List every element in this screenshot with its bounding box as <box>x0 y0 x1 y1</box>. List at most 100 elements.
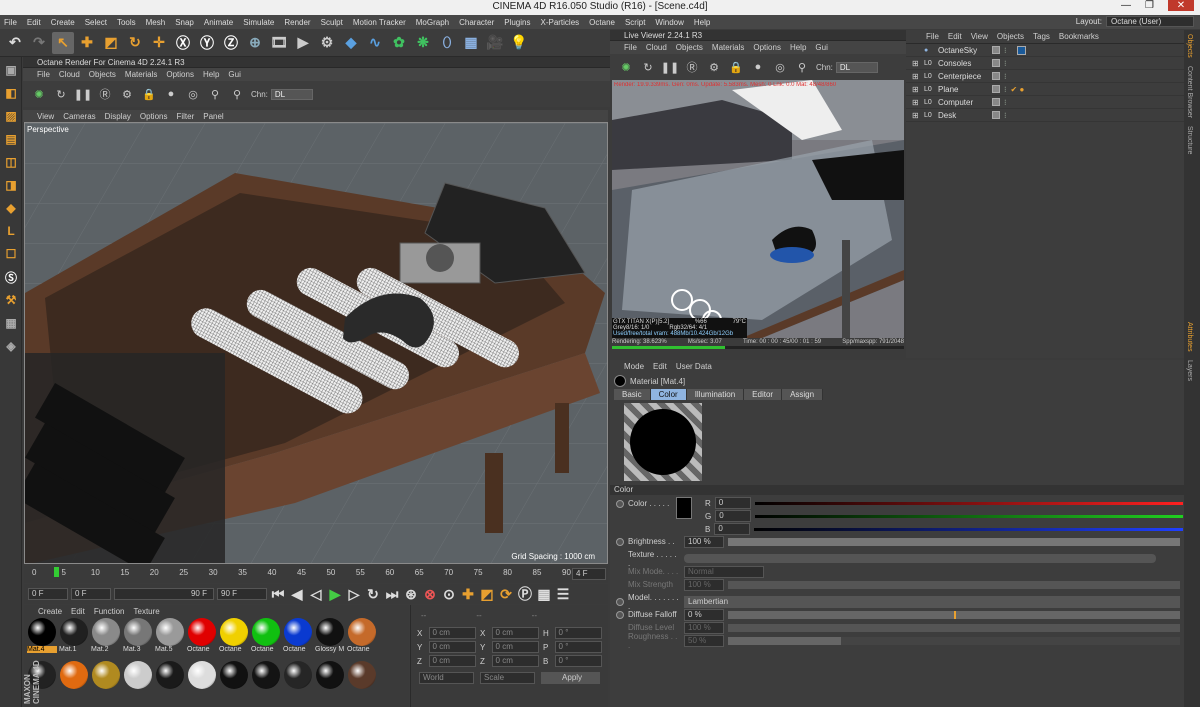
layer-checkbox[interactable] <box>992 111 1000 119</box>
y-axis-icon[interactable]: Ⓨ <box>196 32 218 54</box>
region-render-icon[interactable]: Ⓡ <box>97 86 113 102</box>
side-tab-objects[interactable]: Objects <box>1184 30 1195 62</box>
maximize-button[interactable]: ❐ <box>1145 0 1154 11</box>
object-name[interactable]: Plane <box>938 85 988 94</box>
obj-menu-file[interactable]: File <box>926 32 939 41</box>
settings-gear-icon[interactable]: ⚙ <box>119 86 135 102</box>
r-slider[interactable] <box>754 501 1183 505</box>
lv-pause-icon[interactable]: ❚❚ <box>661 59 679 75</box>
menu-script[interactable]: Script <box>625 18 645 27</box>
edges-mode-icon[interactable]: ◨ <box>1 175 21 195</box>
start-frame-field[interactable]: 0 F <box>28 588 68 600</box>
scale-key-icon[interactable]: ◩ <box>479 583 495 605</box>
render-view-icon[interactable]: 🎞 <box>268 32 290 54</box>
layer-checkbox[interactable] <box>992 98 1000 106</box>
cube-icon[interactable]: ◆ <box>340 32 362 54</box>
rotation-key-icon[interactable]: ⟳ <box>498 583 514 605</box>
points-mode-icon[interactable]: ◫ <box>1 152 21 172</box>
focus-pick-icon[interactable]: ◎ <box>185 86 201 102</box>
make-editable-icon[interactable]: ▣ <box>1 60 21 80</box>
lv-menu-materials[interactable]: Materials <box>712 43 744 52</box>
light-icon[interactable]: 💡 <box>508 32 530 54</box>
menu-mesh[interactable]: Mesh <box>146 18 166 27</box>
render-picture-viewer-icon[interactable]: ▶ <box>292 32 314 54</box>
spline-pen-icon[interactable]: ∿ <box>364 32 386 54</box>
b-slider[interactable] <box>754 527 1183 531</box>
roughness-field[interactable]: 50 % <box>684 634 724 647</box>
diffuse-falloff-anim-radio[interactable] <box>616 610 624 619</box>
diffuse-level-slider[interactable] <box>728 623 1180 632</box>
material-swatch[interactable] <box>346 661 378 689</box>
material-sphere-icon[interactable]: ● <box>163 86 179 102</box>
pause-render-icon[interactable]: ❚❚ <box>74 86 92 102</box>
visibility-dots-icon[interactable]: ⁝ <box>1004 111 1007 120</box>
object-row[interactable]: ⊞ L0 Plane ⁝ ✔ ● <box>906 83 1184 96</box>
current-frame-field[interactable]: 4 F <box>572 568 606 580</box>
menu-motion-tracker[interactable]: Motion Tracker <box>353 18 406 27</box>
object-name[interactable]: Desk <box>938 111 988 120</box>
lv-material-icon[interactable]: ● <box>750 59 766 75</box>
lv-menu-objects[interactable]: Objects <box>676 43 703 52</box>
lv-menu-file[interactable]: File <box>624 43 637 52</box>
material-swatch[interactable] <box>122 661 154 689</box>
object-name[interactable]: Centerpiece <box>938 72 988 81</box>
layer-checkbox[interactable] <box>992 72 1000 80</box>
tab-illumination[interactable]: Illumination <box>686 389 745 400</box>
material-swatch[interactable]: Mat.5 <box>154 618 186 659</box>
diffuse-falloff-slider[interactable] <box>728 610 1180 619</box>
mix-strength-field[interactable]: 100 % <box>684 578 724 591</box>
material-swatch[interactable]: Glossy M <box>314 618 346 659</box>
solo-icon[interactable]: ◈ <box>1 336 21 356</box>
oct-menu-objects[interactable]: Objects <box>89 70 116 79</box>
rotate-icon[interactable]: ↻ <box>124 32 146 54</box>
menu-select[interactable]: Select <box>85 18 107 27</box>
pick-material-icon[interactable]: ⚲ <box>229 86 245 102</box>
visibility-dots-icon[interactable]: ⁝ <box>1004 59 1007 68</box>
attr-menu-edit[interactable]: Edit <box>653 362 667 371</box>
pla-key-icon[interactable]: ▦ <box>536 583 552 605</box>
lv-focus-icon[interactable]: ◎ <box>772 59 788 75</box>
expand-icon[interactable]: ⊞ <box>912 85 920 94</box>
material-swatch[interactable] <box>218 661 250 689</box>
view-menu-panel[interactable]: Panel <box>203 112 223 121</box>
menu-octane[interactable]: Octane <box>589 18 615 27</box>
record-active-icon[interactable]: ⊛ <box>403 583 419 605</box>
lock-icon[interactable]: 🔒 <box>141 86 157 102</box>
lv-region-icon[interactable]: Ⓡ <box>684 59 700 75</box>
side-tab-attributes[interactable]: Attributes <box>1184 318 1195 356</box>
apply-button[interactable]: Apply <box>541 672 601 684</box>
render-settings-icon[interactable]: ⚙ <box>316 32 338 54</box>
visibility-dots-icon[interactable]: ⁝ <box>1004 72 1007 81</box>
deformer-icon[interactable]: ⬯ <box>436 32 458 54</box>
material-tag-icon[interactable]: ✔ ● <box>1011 85 1025 94</box>
live-selection-icon[interactable]: ↖ <box>52 31 74 54</box>
min-frame-field[interactable]: 0 F <box>71 588 111 600</box>
coord-value-field[interactable]: 0 cm <box>491 627 539 639</box>
material-swatch[interactable]: Octane <box>186 618 218 659</box>
texture-mode-icon[interactable]: ▨ <box>1 106 21 126</box>
coord-value-field[interactable]: 0 cm <box>428 641 476 653</box>
pin-icon[interactable]: ⚲ <box>207 86 223 102</box>
material-swatch[interactable]: Octane <box>282 618 314 659</box>
roughness-slider[interactable] <box>728 636 1180 645</box>
expand-icon[interactable]: ⊞ <box>912 111 920 120</box>
camera-icon[interactable]: 🎥 <box>484 32 506 54</box>
material-swatch[interactable] <box>58 661 90 689</box>
menu-animate[interactable]: Animate <box>204 18 233 27</box>
g-slider[interactable] <box>755 514 1183 518</box>
lv-settings-icon[interactable]: ⚙ <box>706 59 722 75</box>
restart-render-icon[interactable]: ↻ <box>53 86 69 102</box>
menu-simulate[interactable]: Simulate <box>243 18 274 27</box>
visibility-dots-icon[interactable]: ⁝ <box>1004 46 1007 55</box>
material-swatch[interactable] <box>282 661 314 689</box>
material-swatch[interactable]: Mat.1 <box>58 618 90 659</box>
object-name[interactable]: Computer <box>938 98 988 107</box>
menu-file[interactable]: File <box>4 18 17 27</box>
diffuse-level-field[interactable]: 100 % <box>684 621 724 634</box>
side-tab-structure[interactable]: Structure <box>1184 122 1195 158</box>
minimize-button[interactable]: — <box>1121 0 1131 11</box>
oct-menu-file[interactable]: File <box>37 70 50 79</box>
expand-icon[interactable]: ⊞ <box>912 59 920 68</box>
view-menu-options[interactable]: Options <box>140 112 168 121</box>
layer-checkbox[interactable] <box>992 46 1000 54</box>
